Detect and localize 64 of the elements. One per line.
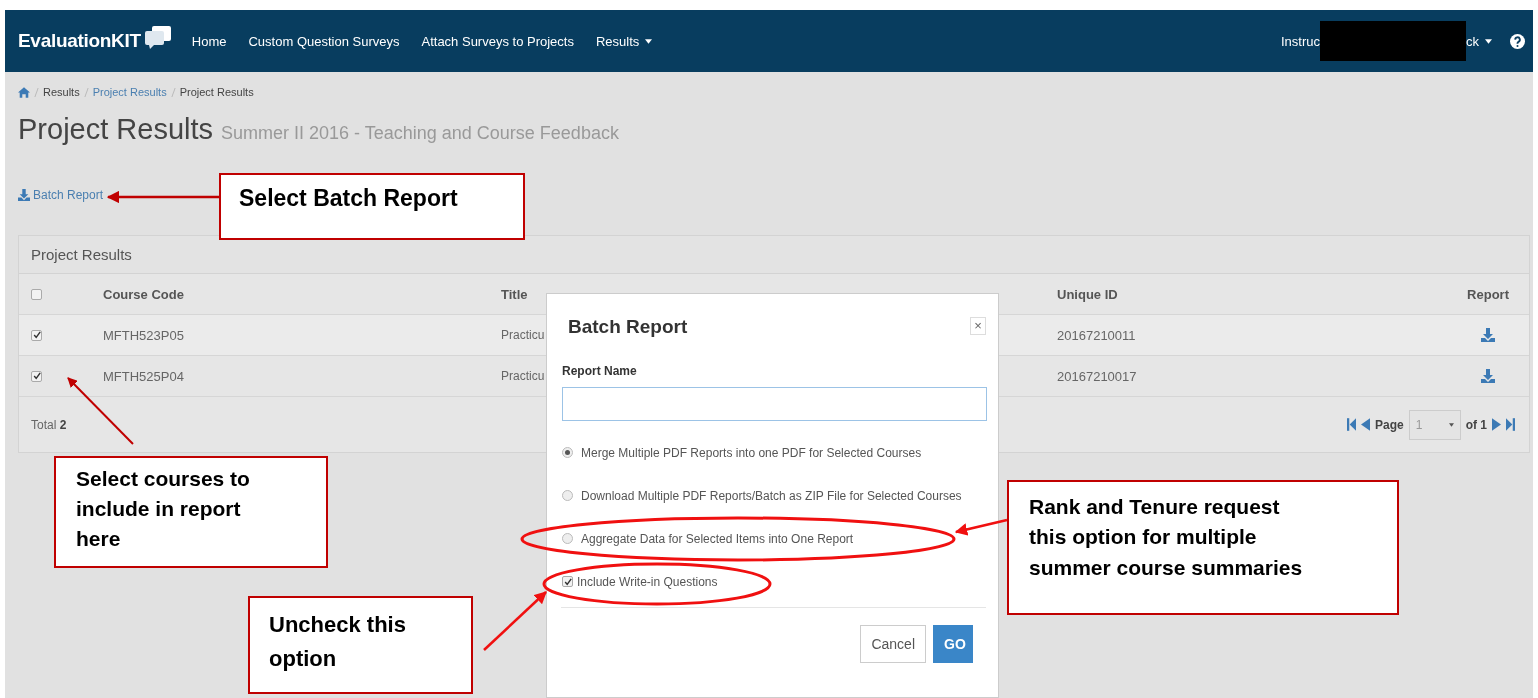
download-icon[interactable] xyxy=(1481,328,1495,342)
table-cell: 20167210017 xyxy=(1057,368,1137,384)
callout-box: Select courses to include in report here xyxy=(54,456,328,568)
checkbox[interactable] xyxy=(31,329,42,341)
table-cell: 20167210011 xyxy=(1057,327,1136,343)
table-cell: Practicu xyxy=(501,369,545,383)
page-count: of 1 xyxy=(1465,417,1487,432)
user-name-end: ck xyxy=(1466,33,1479,49)
breadcrumb-item: Project Results xyxy=(179,86,254,98)
check-icon xyxy=(32,331,41,339)
option-label: Merge Multiple PDF Reports into one PDF for Selected Courses xyxy=(581,445,922,460)
go-button[interactable]: GO xyxy=(933,625,973,663)
caret-icon xyxy=(645,38,653,44)
nav-link[interactable]: Home xyxy=(191,33,227,49)
table-cell: MFTH523P05 xyxy=(103,327,184,343)
caret-icon xyxy=(1448,422,1454,427)
nav-link[interactable]: Attach Surveys to Projects xyxy=(421,33,574,49)
column-header: Report xyxy=(1466,286,1510,302)
checkbox[interactable] xyxy=(31,370,42,382)
total-count: Total 2 xyxy=(31,417,67,432)
arrow xyxy=(483,591,547,651)
next-page-icon[interactable] xyxy=(1492,418,1501,431)
caret-icon xyxy=(1485,38,1492,44)
radio-button[interactable] xyxy=(562,533,573,544)
check-icon xyxy=(32,372,41,380)
page-subtitle: Summer II 2016 - Teaching and Course Feedback xyxy=(221,123,619,144)
first-page-icon[interactable] xyxy=(1346,418,1356,431)
field-label: Report Name xyxy=(562,364,638,378)
radio-button[interactable] xyxy=(562,490,573,501)
page-label: Page xyxy=(1374,417,1404,432)
option-label: Include Write-in Questions xyxy=(577,574,718,589)
dialog-title: Batch Report xyxy=(568,316,688,338)
user-menu[interactable]: Instruc ck xyxy=(1281,21,1492,61)
breadcrumb-item: Results xyxy=(43,86,80,98)
table-cell: MFTH525P04 xyxy=(103,368,184,384)
last-page-icon[interactable] xyxy=(1506,418,1515,431)
callout-box: Select Batch Report xyxy=(219,173,525,240)
brand-logo-text[interactable]: EvaluationKIT xyxy=(18,30,141,52)
home-icon[interactable] xyxy=(18,86,30,98)
callout-box: Uncheck this option xyxy=(248,596,473,694)
previous-page-icon[interactable] xyxy=(1360,418,1370,431)
user-name-start: Instruc xyxy=(1281,33,1320,49)
nav-link[interactable]: Custom Question Surveys xyxy=(248,33,400,49)
checkbox[interactable] xyxy=(562,576,573,587)
download-icon xyxy=(18,189,30,201)
cancel-button[interactable]: Cancel xyxy=(860,625,926,663)
speech-bubbles-icon xyxy=(144,26,171,50)
page-title: Project Results xyxy=(18,113,213,146)
column-header: Unique ID xyxy=(1057,286,1119,302)
checkbox[interactable] xyxy=(31,288,42,300)
column-header: Course Code xyxy=(103,286,185,302)
option-label: Download Multiple PDF Reports/Batch as ZIP File for Selected Courses xyxy=(581,488,962,503)
arrow xyxy=(954,518,1008,536)
callout-box: Rank and Tenure request this option for multiple summer course summaries xyxy=(1007,480,1399,615)
help-icon[interactable] xyxy=(1510,33,1525,49)
download-icon[interactable] xyxy=(1481,369,1495,383)
check-icon xyxy=(563,577,572,586)
close-button[interactable]: × xyxy=(970,317,986,335)
nav-link[interactable]: Results xyxy=(595,33,653,49)
radio-button[interactable] xyxy=(562,447,573,458)
report-name-field[interactable] xyxy=(562,387,987,421)
option-label: Aggregate Data for Selected Items into One Report xyxy=(581,531,854,546)
column-header: Title xyxy=(501,286,529,302)
table-cell: Practicu xyxy=(501,328,545,342)
